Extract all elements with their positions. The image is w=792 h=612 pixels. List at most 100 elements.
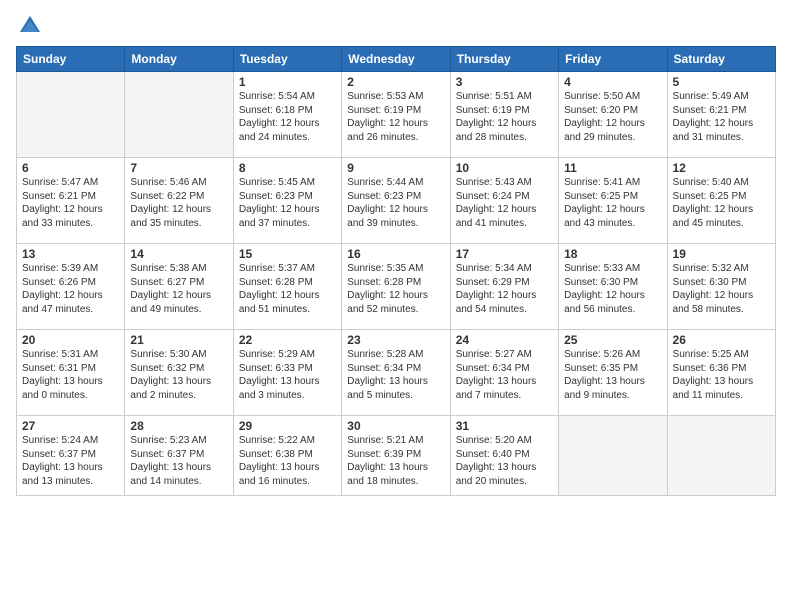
calendar-cell: 25Sunrise: 5:26 AM Sunset: 6:35 PM Dayli… bbox=[559, 330, 667, 416]
calendar-cell: 3Sunrise: 5:51 AM Sunset: 6:19 PM Daylig… bbox=[450, 72, 558, 158]
day-number: 28 bbox=[130, 419, 227, 433]
calendar-cell: 14Sunrise: 5:38 AM Sunset: 6:27 PM Dayli… bbox=[125, 244, 233, 330]
calendar-cell: 18Sunrise: 5:33 AM Sunset: 6:30 PM Dayli… bbox=[559, 244, 667, 330]
calendar-week-row: 27Sunrise: 5:24 AM Sunset: 6:37 PM Dayli… bbox=[17, 416, 776, 496]
calendar-cell: 31Sunrise: 5:20 AM Sunset: 6:40 PM Dayli… bbox=[450, 416, 558, 496]
calendar-cell: 13Sunrise: 5:39 AM Sunset: 6:26 PM Dayli… bbox=[17, 244, 125, 330]
day-info: Sunrise: 5:51 AM Sunset: 6:19 PM Dayligh… bbox=[456, 90, 553, 144]
calendar-cell: 11Sunrise: 5:41 AM Sunset: 6:25 PM Dayli… bbox=[559, 158, 667, 244]
calendar-cell: 16Sunrise: 5:35 AM Sunset: 6:28 PM Dayli… bbox=[342, 244, 450, 330]
calendar-cell: 24Sunrise: 5:27 AM Sunset: 6:34 PM Dayli… bbox=[450, 330, 558, 416]
day-number: 31 bbox=[456, 419, 553, 433]
day-number: 26 bbox=[673, 333, 770, 347]
calendar-cell bbox=[125, 72, 233, 158]
day-number: 3 bbox=[456, 75, 553, 89]
day-number: 27 bbox=[22, 419, 119, 433]
day-info: Sunrise: 5:38 AM Sunset: 6:27 PM Dayligh… bbox=[130, 262, 227, 316]
calendar-cell: 15Sunrise: 5:37 AM Sunset: 6:28 PM Dayli… bbox=[233, 244, 341, 330]
day-number: 25 bbox=[564, 333, 661, 347]
day-number: 9 bbox=[347, 161, 444, 175]
day-info: Sunrise: 5:54 AM Sunset: 6:18 PM Dayligh… bbox=[239, 90, 336, 144]
calendar-cell: 4Sunrise: 5:50 AM Sunset: 6:20 PM Daylig… bbox=[559, 72, 667, 158]
calendar-cell: 19Sunrise: 5:32 AM Sunset: 6:30 PM Dayli… bbox=[667, 244, 775, 330]
day-info: Sunrise: 5:44 AM Sunset: 6:23 PM Dayligh… bbox=[347, 176, 444, 230]
calendar-cell: 20Sunrise: 5:31 AM Sunset: 6:31 PM Dayli… bbox=[17, 330, 125, 416]
calendar-week-row: 20Sunrise: 5:31 AM Sunset: 6:31 PM Dayli… bbox=[17, 330, 776, 416]
calendar-cell: 30Sunrise: 5:21 AM Sunset: 6:39 PM Dayli… bbox=[342, 416, 450, 496]
day-number: 18 bbox=[564, 247, 661, 261]
day-number: 5 bbox=[673, 75, 770, 89]
day-number: 15 bbox=[239, 247, 336, 261]
day-number: 24 bbox=[456, 333, 553, 347]
day-number: 29 bbox=[239, 419, 336, 433]
logo-icon bbox=[16, 12, 44, 40]
calendar-cell: 28Sunrise: 5:23 AM Sunset: 6:37 PM Dayli… bbox=[125, 416, 233, 496]
calendar-cell: 21Sunrise: 5:30 AM Sunset: 6:32 PM Dayli… bbox=[125, 330, 233, 416]
day-info: Sunrise: 5:21 AM Sunset: 6:39 PM Dayligh… bbox=[347, 434, 444, 488]
calendar-week-row: 1Sunrise: 5:54 AM Sunset: 6:18 PM Daylig… bbox=[17, 72, 776, 158]
day-info: Sunrise: 5:41 AM Sunset: 6:25 PM Dayligh… bbox=[564, 176, 661, 230]
day-info: Sunrise: 5:22 AM Sunset: 6:38 PM Dayligh… bbox=[239, 434, 336, 488]
day-info: Sunrise: 5:28 AM Sunset: 6:34 PM Dayligh… bbox=[347, 348, 444, 402]
day-info: Sunrise: 5:37 AM Sunset: 6:28 PM Dayligh… bbox=[239, 262, 336, 316]
day-number: 2 bbox=[347, 75, 444, 89]
calendar-cell: 9Sunrise: 5:44 AM Sunset: 6:23 PM Daylig… bbox=[342, 158, 450, 244]
calendar-header-wednesday: Wednesday bbox=[342, 47, 450, 72]
day-number: 8 bbox=[239, 161, 336, 175]
calendar-cell: 27Sunrise: 5:24 AM Sunset: 6:37 PM Dayli… bbox=[17, 416, 125, 496]
day-number: 10 bbox=[456, 161, 553, 175]
day-number: 20 bbox=[22, 333, 119, 347]
calendar-header-row: SundayMondayTuesdayWednesdayThursdayFrid… bbox=[17, 47, 776, 72]
calendar-cell bbox=[17, 72, 125, 158]
day-info: Sunrise: 5:39 AM Sunset: 6:26 PM Dayligh… bbox=[22, 262, 119, 316]
day-number: 16 bbox=[347, 247, 444, 261]
day-number: 6 bbox=[22, 161, 119, 175]
day-info: Sunrise: 5:40 AM Sunset: 6:25 PM Dayligh… bbox=[673, 176, 770, 230]
calendar-cell: 22Sunrise: 5:29 AM Sunset: 6:33 PM Dayli… bbox=[233, 330, 341, 416]
calendar-header-tuesday: Tuesday bbox=[233, 47, 341, 72]
day-number: 22 bbox=[239, 333, 336, 347]
logo bbox=[16, 12, 48, 40]
day-info: Sunrise: 5:46 AM Sunset: 6:22 PM Dayligh… bbox=[130, 176, 227, 230]
day-number: 7 bbox=[130, 161, 227, 175]
day-info: Sunrise: 5:24 AM Sunset: 6:37 PM Dayligh… bbox=[22, 434, 119, 488]
day-number: 21 bbox=[130, 333, 227, 347]
calendar-week-row: 6Sunrise: 5:47 AM Sunset: 6:21 PM Daylig… bbox=[17, 158, 776, 244]
calendar-cell: 12Sunrise: 5:40 AM Sunset: 6:25 PM Dayli… bbox=[667, 158, 775, 244]
day-info: Sunrise: 5:31 AM Sunset: 6:31 PM Dayligh… bbox=[22, 348, 119, 402]
day-info: Sunrise: 5:45 AM Sunset: 6:23 PM Dayligh… bbox=[239, 176, 336, 230]
day-info: Sunrise: 5:43 AM Sunset: 6:24 PM Dayligh… bbox=[456, 176, 553, 230]
day-number: 4 bbox=[564, 75, 661, 89]
day-info: Sunrise: 5:27 AM Sunset: 6:34 PM Dayligh… bbox=[456, 348, 553, 402]
calendar-cell: 6Sunrise: 5:47 AM Sunset: 6:21 PM Daylig… bbox=[17, 158, 125, 244]
calendar-header-monday: Monday bbox=[125, 47, 233, 72]
day-info: Sunrise: 5:26 AM Sunset: 6:35 PM Dayligh… bbox=[564, 348, 661, 402]
calendar-cell: 2Sunrise: 5:53 AM Sunset: 6:19 PM Daylig… bbox=[342, 72, 450, 158]
calendar-cell bbox=[667, 416, 775, 496]
calendar-cell: 1Sunrise: 5:54 AM Sunset: 6:18 PM Daylig… bbox=[233, 72, 341, 158]
calendar-cell: 17Sunrise: 5:34 AM Sunset: 6:29 PM Dayli… bbox=[450, 244, 558, 330]
calendar-cell: 8Sunrise: 5:45 AM Sunset: 6:23 PM Daylig… bbox=[233, 158, 341, 244]
calendar-cell bbox=[559, 416, 667, 496]
day-info: Sunrise: 5:34 AM Sunset: 6:29 PM Dayligh… bbox=[456, 262, 553, 316]
day-number: 11 bbox=[564, 161, 661, 175]
day-number: 19 bbox=[673, 247, 770, 261]
day-info: Sunrise: 5:49 AM Sunset: 6:21 PM Dayligh… bbox=[673, 90, 770, 144]
calendar-cell: 7Sunrise: 5:46 AM Sunset: 6:22 PM Daylig… bbox=[125, 158, 233, 244]
day-info: Sunrise: 5:25 AM Sunset: 6:36 PM Dayligh… bbox=[673, 348, 770, 402]
day-info: Sunrise: 5:30 AM Sunset: 6:32 PM Dayligh… bbox=[130, 348, 227, 402]
day-info: Sunrise: 5:50 AM Sunset: 6:20 PM Dayligh… bbox=[564, 90, 661, 144]
day-info: Sunrise: 5:35 AM Sunset: 6:28 PM Dayligh… bbox=[347, 262, 444, 316]
calendar-cell: 29Sunrise: 5:22 AM Sunset: 6:38 PM Dayli… bbox=[233, 416, 341, 496]
day-number: 14 bbox=[130, 247, 227, 261]
calendar-cell: 23Sunrise: 5:28 AM Sunset: 6:34 PM Dayli… bbox=[342, 330, 450, 416]
day-info: Sunrise: 5:23 AM Sunset: 6:37 PM Dayligh… bbox=[130, 434, 227, 488]
day-number: 23 bbox=[347, 333, 444, 347]
day-info: Sunrise: 5:29 AM Sunset: 6:33 PM Dayligh… bbox=[239, 348, 336, 402]
calendar-cell: 26Sunrise: 5:25 AM Sunset: 6:36 PM Dayli… bbox=[667, 330, 775, 416]
day-number: 1 bbox=[239, 75, 336, 89]
calendar-header-thursday: Thursday bbox=[450, 47, 558, 72]
day-number: 17 bbox=[456, 247, 553, 261]
calendar-header-sunday: Sunday bbox=[17, 47, 125, 72]
day-info: Sunrise: 5:47 AM Sunset: 6:21 PM Dayligh… bbox=[22, 176, 119, 230]
